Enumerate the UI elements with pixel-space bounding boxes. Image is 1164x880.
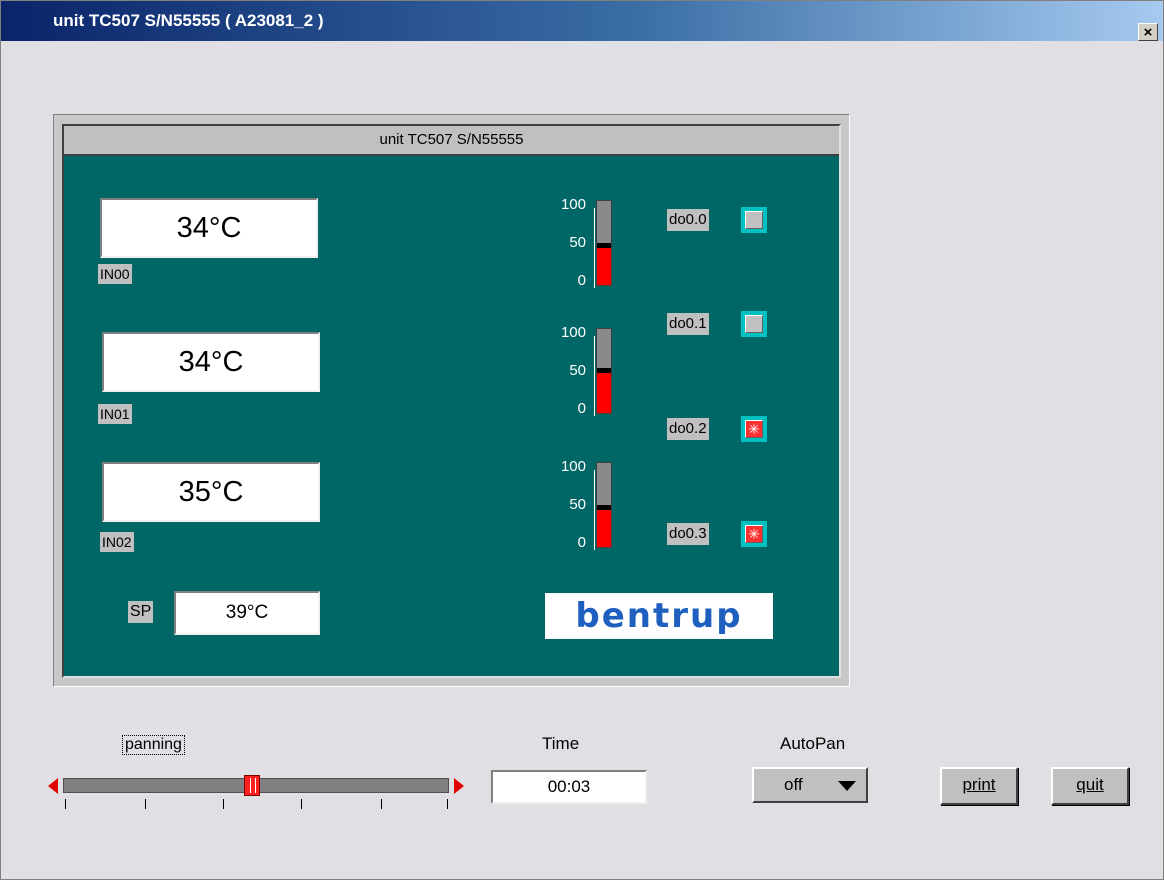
gauge-2-scale [588, 470, 595, 550]
do02-led-icon: ✳ [745, 420, 763, 438]
slider-tick [447, 799, 448, 809]
panning-label: panning [122, 735, 185, 755]
gauge-0-tick-50: 50 [569, 234, 586, 251]
quit-button-label: quit [1076, 775, 1104, 794]
gauge-2: 100 50 0 [544, 458, 634, 554]
gauge-1-fill [597, 368, 611, 413]
gauge-2-bar [596, 462, 612, 548]
gauge-0-tick-0: 0 [577, 272, 586, 289]
do03-label: do0.3 [667, 523, 709, 545]
autopan-value: off [784, 775, 803, 794]
pan-right-arrow-icon[interactable] [454, 778, 464, 794]
autopan-label: AutoPan [780, 734, 846, 753]
gauge-2-tick-50: 50 [569, 496, 586, 513]
gauge-2-tick-100: 100 [560, 458, 586, 475]
gauge-2-fill [597, 505, 611, 547]
in01-value: 34°C [102, 332, 320, 392]
do00-label: do0.0 [667, 209, 709, 231]
print-button[interactable]: print [940, 767, 1018, 805]
close-button[interactable]: × [1138, 23, 1158, 41]
unit-panel: unit TC507 S/N55555 34°C IN00 34°C IN01 … [62, 124, 841, 678]
do03-led-icon: ✳ [745, 525, 763, 543]
title-bar[interactable]: unit TC507 S/N55555 ( A23081_2 ) × [1, 1, 1163, 41]
gauge-2-tick-0: 0 [577, 534, 586, 551]
in02-value: 35°C [102, 462, 320, 522]
quit-button[interactable]: quit [1051, 767, 1129, 805]
gauge-0: 100 50 0 [544, 196, 634, 292]
in00-label: IN00 [98, 264, 132, 284]
window-title: unit TC507 S/N55555 ( A23081_2 ) [53, 11, 324, 30]
print-button-label: print [962, 775, 996, 794]
autopan-select[interactable]: off [752, 767, 868, 803]
panning-slider-thumb[interactable] [244, 775, 261, 796]
sp-label: SP [128, 601, 154, 623]
do00-indicator[interactable] [741, 207, 767, 233]
gauge-1-bar [596, 328, 612, 414]
bentrup-logo: bentrup [545, 593, 773, 639]
do01-indicator[interactable] [741, 311, 767, 337]
gauge-0-scale [588, 208, 595, 288]
slider-tick [65, 799, 66, 809]
time-label: Time [542, 734, 580, 753]
do00-led-icon [745, 211, 763, 229]
pan-left-arrow-icon[interactable] [48, 778, 58, 794]
slider-tick [223, 799, 224, 809]
do02-indicator[interactable]: ✳ [741, 416, 767, 442]
gauge-1: 100 50 0 [544, 324, 634, 420]
slider-tick [301, 799, 302, 809]
do03-indicator[interactable]: ✳ [741, 521, 767, 547]
gauge-1-tick-50: 50 [569, 362, 586, 379]
gauge-0-tick-100: 100 [560, 196, 586, 213]
do01-led-icon [745, 315, 763, 333]
slider-tick [145, 799, 146, 809]
do01-label: do0.1 [667, 313, 709, 335]
in00-value: 34°C [100, 198, 318, 258]
app-window: unit TC507 S/N55555 ( A23081_2 ) × unit … [0, 0, 1164, 880]
gauge-0-bar [596, 200, 612, 286]
gauge-1-tick-0: 0 [577, 400, 586, 417]
in01-label: IN01 [98, 404, 132, 424]
display-frame: unit TC507 S/N55555 34°C IN00 34°C IN01 … [53, 114, 850, 687]
slider-tick [381, 799, 382, 809]
sp-value: 39°C [174, 591, 320, 635]
panel-header: unit TC507 S/N55555 [64, 126, 839, 156]
time-field[interactable]: 00:03 [491, 770, 647, 804]
in02-label: IN02 [100, 532, 134, 552]
gauge-1-tick-100: 100 [560, 324, 586, 341]
do02-label: do0.2 [667, 418, 709, 440]
chevron-down-icon [838, 781, 856, 791]
gauge-1-scale [588, 336, 595, 416]
gauge-0-fill [597, 243, 611, 285]
